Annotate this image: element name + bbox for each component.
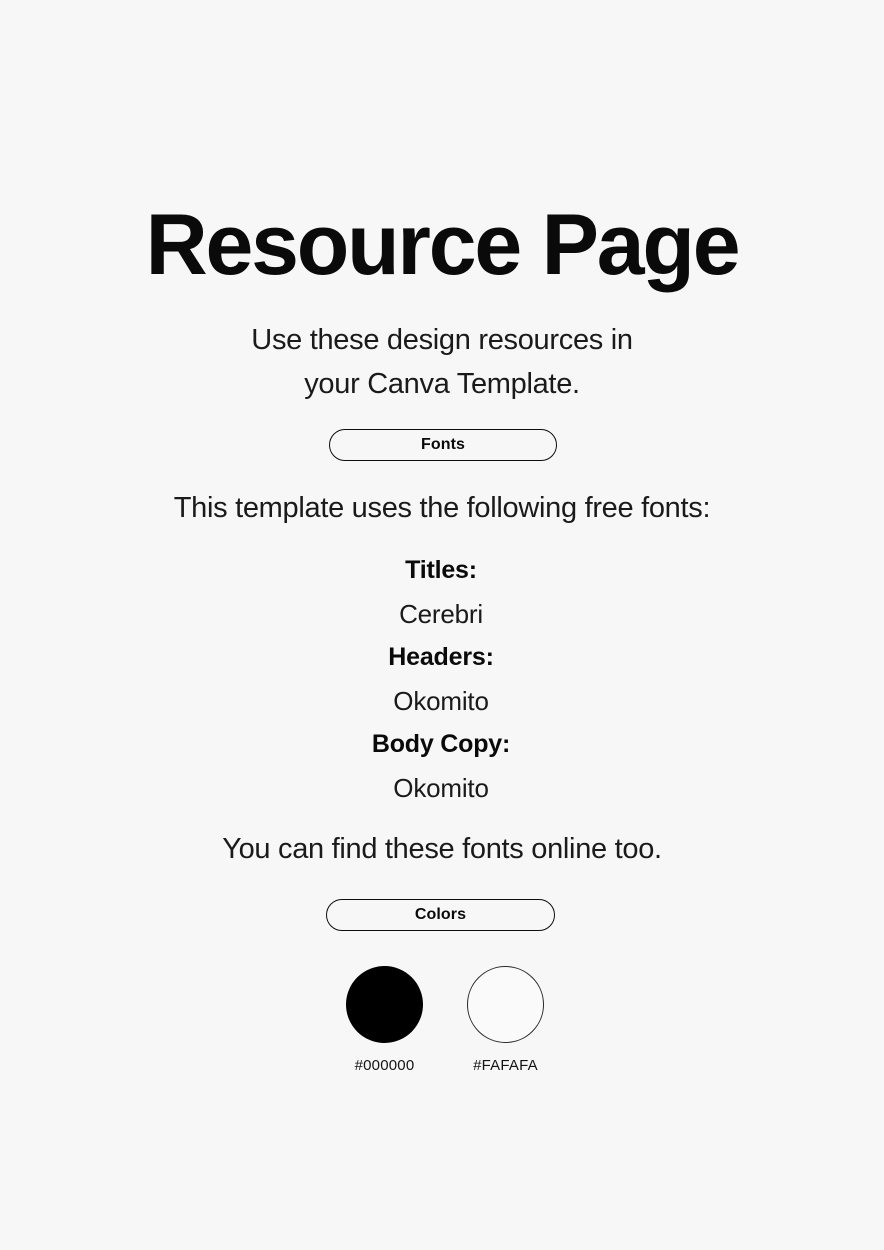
color-circle-black-icon xyxy=(346,966,423,1043)
color-hex-label-offwhite: #FAFAFA xyxy=(473,1057,538,1074)
color-swatch-black[interactable]: #000000 xyxy=(346,966,423,1074)
page-subtitle: Use these design resources in your Canva… xyxy=(0,318,884,406)
font-row-value-body-copy: Okomito xyxy=(393,772,489,803)
fonts-intro-text: This template uses the following free fo… xyxy=(173,492,711,524)
resource-page: Resource Page Use these design resources… xyxy=(0,0,884,1250)
color-circle-offwhite-icon xyxy=(467,966,544,1043)
font-row-value-headers: Okomito xyxy=(393,685,489,716)
subtitle-line-2: your Canva Template. xyxy=(304,368,580,400)
fonts-section-badge[interactable]: Fonts xyxy=(329,429,557,461)
colors-section-badge[interactable]: Colors xyxy=(326,899,555,931)
font-row-label-titles: Titles: xyxy=(405,556,477,584)
subtitle-line-1: Use these design resources in xyxy=(251,324,633,356)
font-row-value-titles: Cerebri xyxy=(399,598,483,629)
font-row-label-body-copy: Body Copy: xyxy=(371,730,511,758)
color-swatch-offwhite[interactable]: #FAFAFA xyxy=(467,966,544,1074)
page-title: Resource Page xyxy=(145,197,741,293)
fonts-badge-label: Fonts xyxy=(420,436,466,453)
font-list: Titles: Cerebri Headers: Okomito Body Co… xyxy=(0,549,884,810)
fonts-outro-text: You can find these fonts online too. xyxy=(222,833,662,865)
color-hex-label-black: #000000 xyxy=(354,1057,415,1074)
color-swatch-list: #000000 #FAFAFA xyxy=(0,966,884,1074)
font-row-label-headers: Headers: xyxy=(388,643,494,671)
colors-badge-label: Colors xyxy=(414,906,467,923)
